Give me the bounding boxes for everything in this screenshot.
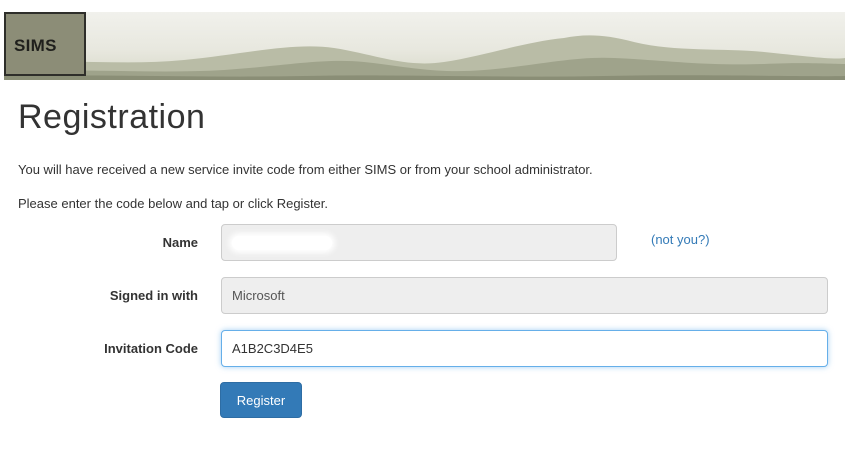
redacted-name	[232, 236, 332, 250]
intro-text: You will have received a new service inv…	[18, 162, 593, 177]
name-label: Name	[162, 235, 198, 250]
header-banner	[4, 12, 845, 80]
logo-text: SIMS	[14, 36, 57, 55]
mountain-landscape-banner	[4, 35, 845, 80]
invitation-code-label: Invitation Code	[104, 341, 198, 356]
signed-in-label: Signed in with	[109, 288, 198, 303]
register-button[interactable]: Register	[220, 382, 302, 418]
not-you-link[interactable]: (not you?)	[651, 232, 710, 247]
page-title: Registration	[18, 98, 206, 136]
invitation-code-input[interactable]	[221, 330, 828, 367]
signed-in-field: Microsoft	[221, 277, 828, 314]
sims-logo: SIMS	[4, 12, 86, 76]
instruction-text: Please enter the code below and tap or c…	[18, 196, 329, 211]
name-field	[221, 224, 617, 261]
